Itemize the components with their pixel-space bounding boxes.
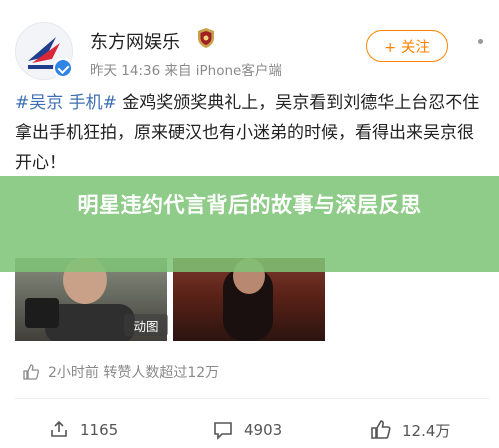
action-bar: 1165 4903 12.4万 [0,410,499,448]
comment-count: 4903 [244,421,283,439]
banner-title: 明星违约代言背后的故事与深层反思 [77,193,422,217]
comment-icon [214,422,232,440]
repost-count: 1165 [80,421,119,439]
author-name[interactable]: 东方网娱乐 [90,28,180,54]
divider [15,398,489,399]
like-button[interactable]: 12.4万 [370,418,450,442]
post-header: 东方网娱乐 昨天 14:36 来自 iPhone客户端 + 关注 [0,0,499,88]
thumbs-up-icon [23,364,40,380]
repost-button[interactable]: 1165 [48,418,118,442]
gif-badge: 动图 [124,314,168,336]
like-count: 12.4万 [402,421,451,440]
engagement-summary: 2小时前 转赞人数超过12万 [22,360,219,384]
shield-badge-icon [198,28,214,48]
thumbs-up-icon [371,420,391,439]
post-text: #吴京 手机# 金鸡奖颁奖典礼上，吴京看到刘德华上台忍不住拿出手机狂拍，原来硬汉… [15,88,489,178]
comment-button[interactable]: 4903 [212,418,282,442]
repost-icon [51,420,67,437]
follow-button[interactable]: + 关注 [366,30,448,62]
hashtag-link[interactable]: #吴京 手机# [15,93,117,113]
engagement-summary-text: 2小时前 转赞人数超过12万 [48,365,220,381]
post-meta: 昨天 14:36 来自 iPhone客户端 [90,63,282,79]
verified-icon [53,58,73,78]
more-dots-icon[interactable] [473,39,489,53]
